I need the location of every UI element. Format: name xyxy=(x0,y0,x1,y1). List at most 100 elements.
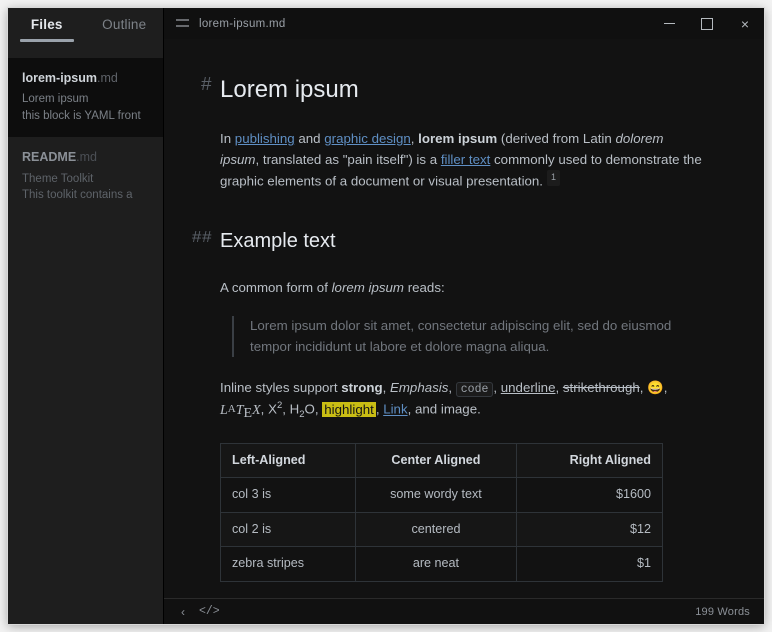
table-row: col 2 is centered $12 xyxy=(219,511,664,548)
intro-text-5: , translated as "pain itself") is a xyxy=(255,151,441,167)
subscript-base-h: H xyxy=(289,401,300,417)
maximize-icon xyxy=(701,17,713,30)
main-pane: lorem-ipsum.md × # Lorem ipsum In publis… xyxy=(163,8,764,624)
tab-files-label: Files xyxy=(30,17,63,32)
status-bar: ‹ </> 199 Words xyxy=(164,598,764,624)
table-header-cell: Right Aligned xyxy=(515,442,664,479)
intro-text-4: (derived from Latin xyxy=(497,131,616,147)
heading-1: # Lorem ipsum xyxy=(201,71,704,108)
table-header-cell: Center Aligned xyxy=(355,442,517,479)
data-table: Left-Aligned Center Aligned Right Aligne… xyxy=(219,442,664,582)
sep: , xyxy=(493,380,501,396)
table-row: zebra stripes are neat $1 xyxy=(219,546,664,582)
heading-2-text: Example text xyxy=(220,230,336,253)
lead-text-1: A common form of xyxy=(220,280,332,296)
inline-strong: strong xyxy=(341,380,383,396)
file-title: README.md xyxy=(22,148,149,166)
inline-emphasis: Emphasis xyxy=(389,380,449,396)
title-bar: lorem-ipsum.md × xyxy=(164,8,764,39)
subscript-base-o: O xyxy=(304,401,315,417)
back-button[interactable]: ‹ xyxy=(174,605,192,619)
inline-strikethrough: strikethrough xyxy=(562,380,640,396)
table-cell: zebra stripes xyxy=(219,546,357,582)
file-extension: .md xyxy=(97,71,118,85)
file-snippet: Theme Toolkit This toolkit contains a xyxy=(22,171,149,204)
sep: , xyxy=(382,380,390,396)
blockquote: Lorem ipsum dolor sit amet, consectetur … xyxy=(232,316,704,358)
heading-2: ## Example text xyxy=(192,226,704,257)
sidebar-tabs: Files Outline xyxy=(8,8,163,58)
lead-text-2: reads: xyxy=(404,280,445,296)
table-cell: $12 xyxy=(515,511,664,548)
table-head: Left-Aligned Center Aligned Right Aligne… xyxy=(219,442,664,479)
close-icon: × xyxy=(740,15,750,32)
file-extension: .md xyxy=(76,150,98,165)
file-basename: README xyxy=(22,150,77,165)
file-basename: lorem-ipsum xyxy=(22,71,98,85)
table-cell: $1 xyxy=(515,546,664,582)
window-title: lorem-ipsum.md xyxy=(199,17,286,30)
tab-outline[interactable]: Outline xyxy=(86,17,164,42)
intro-paragraph: In publishing and graphic design, lorem … xyxy=(220,129,704,192)
window-controls: × xyxy=(650,8,764,39)
inline-underline: underline xyxy=(500,380,556,396)
document-view[interactable]: # Lorem ipsum In publishing and graphic … xyxy=(164,39,764,598)
file-title: lorem-ipsum.md xyxy=(22,69,149,87)
maximize-button[interactable] xyxy=(688,8,726,39)
superscript-base: X xyxy=(268,401,277,417)
sidebar-toggle-icon[interactable] xyxy=(176,17,189,30)
intro-text-2: and xyxy=(294,131,325,147)
heading-1-hash: # xyxy=(200,74,212,96)
file-snippet-line-1: Lorem ipsum xyxy=(22,93,89,106)
table-cell: $1600 xyxy=(515,477,664,513)
inline-highlight: highlight xyxy=(322,401,376,417)
file-item-readme[interactable]: README.md Theme Toolkit This toolkit con… xyxy=(8,137,163,216)
minimize-icon xyxy=(663,23,675,24)
intro-bold: lorem ipsum xyxy=(418,131,498,147)
close-button[interactable]: × xyxy=(726,8,764,39)
file-snippet: Lorem ipsum this block is YAML front xyxy=(22,91,149,124)
link-graphic-design[interactable]: graphic design xyxy=(324,131,411,146)
file-snippet-line-2: This toolkit contains a xyxy=(22,189,133,202)
file-snippet-line-1: Theme Toolkit xyxy=(22,172,94,185)
table-header-cell: Left-Aligned xyxy=(219,442,357,479)
link-generic[interactable]: Link xyxy=(383,402,407,417)
footnote-marker[interactable]: 1 xyxy=(547,170,561,187)
sep: , xyxy=(448,380,456,396)
sep: , xyxy=(260,401,269,417)
link-filler-text[interactable]: filler text xyxy=(441,152,491,167)
sep: , xyxy=(555,380,563,396)
lead-emphasis: lorem ipsum xyxy=(331,280,405,296)
table-cell: some wordy text xyxy=(355,477,517,513)
heading-1-text: Lorem ipsum xyxy=(220,76,359,103)
table-row: col 3 is some wordy text $1600 xyxy=(219,477,664,513)
inline-styles-paragraph: Inline styles support strong, Emphasis , … xyxy=(220,378,704,423)
inline-code: code xyxy=(455,382,494,398)
sep: , xyxy=(663,380,668,396)
table-cell: centered xyxy=(355,511,517,548)
link-publishing[interactable]: publishing xyxy=(235,131,295,146)
source-code-icon[interactable]: </> xyxy=(192,605,227,618)
file-snippet-line-2: this block is YAML front xyxy=(22,109,141,122)
table-cell: col 3 is xyxy=(219,477,357,513)
table-header-row: Left-Aligned Center Aligned Right Aligne… xyxy=(219,442,664,479)
sep: , xyxy=(282,401,290,417)
file-item-lorem-ipsum[interactable]: lorem-ipsum.md Lorem ipsum this block is… xyxy=(8,58,163,138)
tab-outline-label: Outline xyxy=(102,17,147,32)
heading-2-hash: ## xyxy=(191,229,212,249)
emoji-smile-icon: 😄 xyxy=(647,380,664,396)
tab-files[interactable]: Files xyxy=(8,17,86,42)
inline-latex: LATEX xyxy=(220,402,261,421)
intro-text-1: In xyxy=(220,131,235,147)
app-window: Files Outline lorem-ipsum.md Lorem ipsum… xyxy=(8,8,764,624)
table-cell: col 2 is xyxy=(219,511,357,548)
table-body: col 3 is some wordy text $1600 col 2 is … xyxy=(219,477,664,582)
table-cell: are neat xyxy=(355,546,517,582)
sidebar: Files Outline lorem-ipsum.md Lorem ipsum… xyxy=(8,8,163,624)
word-count: 199 Words xyxy=(695,605,750,618)
minimize-button[interactable] xyxy=(650,8,688,39)
lead-paragraph: A common form of lorem ipsum reads: xyxy=(220,278,704,299)
file-list: lorem-ipsum.md Lorem ipsum this block is… xyxy=(8,58,163,624)
inline-prefix: Inline styles support xyxy=(220,380,342,396)
screen: Files Outline lorem-ipsum.md Lorem ipsum… xyxy=(0,0,772,632)
